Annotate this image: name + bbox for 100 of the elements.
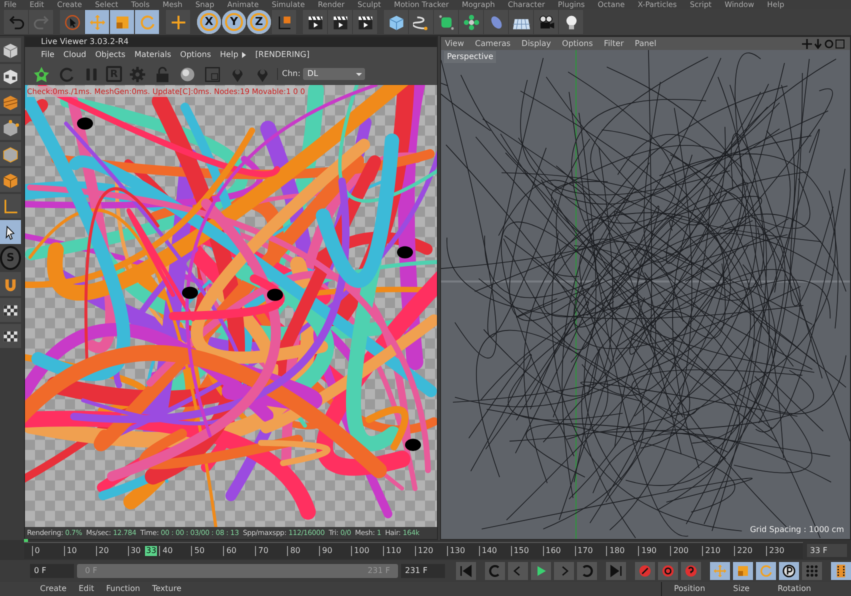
tool-button[interactable] xyxy=(509,10,533,34)
transport-button[interactable] xyxy=(831,562,851,580)
restart-icon xyxy=(58,66,74,82)
grid-spacing-label: Grid Spacing : 1000 cm xyxy=(750,524,844,536)
plus-icon xyxy=(170,14,186,30)
grid-cube-icon xyxy=(2,94,19,110)
scale-icon xyxy=(114,14,130,30)
menu-item[interactable]: Options xyxy=(562,38,593,50)
move-icon xyxy=(713,564,727,578)
film-strip-icon xyxy=(834,564,848,578)
tick-label: 220 xyxy=(734,546,752,556)
panel-title: Live Viewer 3.03.2-R4 xyxy=(25,37,437,47)
record-icon xyxy=(638,564,652,578)
menu-item[interactable]: Panel xyxy=(634,38,656,50)
lock-icon xyxy=(154,66,170,82)
cube-icon xyxy=(388,14,404,30)
menu-item[interactable]: Display xyxy=(522,38,552,50)
scale-icon xyxy=(736,564,750,578)
tick-label: 150 xyxy=(510,546,529,556)
move-icon xyxy=(88,14,106,30)
menu-item[interactable]: Objects xyxy=(95,49,126,61)
clapperboard-icon xyxy=(356,14,374,30)
channel-dropdown[interactable]: DL xyxy=(303,68,366,80)
tick-label: 60 xyxy=(223,546,237,556)
tool-button[interactable] xyxy=(559,10,583,34)
clapperboard-icon xyxy=(332,14,348,30)
tool-button[interactable] xyxy=(272,10,296,34)
region-icon xyxy=(204,66,220,82)
tick-label: 10 xyxy=(64,546,77,556)
channel-label: Chn: xyxy=(282,68,300,80)
skip-forward-icon xyxy=(609,564,623,578)
tool-button[interactable] xyxy=(328,10,352,34)
end-frame-field[interactable]: 231 F xyxy=(401,564,445,578)
tick-label: 30 xyxy=(128,546,141,556)
tick-label: 170 xyxy=(574,546,593,556)
view-navigation-icon[interactable] xyxy=(802,38,846,48)
menu-item[interactable]: Options xyxy=(180,49,212,61)
tick-label: 80 xyxy=(287,546,300,556)
render-start-icon xyxy=(32,66,50,82)
render-status: [RENDERING] xyxy=(255,49,310,61)
tool-button[interactable] xyxy=(0,64,21,88)
timeline-ruler[interactable]: 0 10 20 30 33 40 50 60 70 80 90 100 110 120 130 140 150 160 170 180 190 200 210 220 230 xyxy=(24,542,803,558)
transport-button[interactable] xyxy=(779,562,799,580)
tick-label: 210 xyxy=(702,546,721,556)
menu-item[interactable]: Edit xyxy=(78,582,94,596)
tick-label: 160 xyxy=(542,546,561,556)
tool-button[interactable] xyxy=(0,324,21,348)
axis-lock-button[interactable]: X xyxy=(197,10,221,34)
skip-back-icon xyxy=(459,564,473,578)
menu-item[interactable]: Materials xyxy=(134,49,172,61)
column-header: Rotation xyxy=(778,583,812,595)
column-header: Size xyxy=(733,583,750,595)
menu-item[interactable]: Cloud xyxy=(63,49,86,61)
axis-lock-button[interactable]: Y xyxy=(222,10,246,34)
rounded-cube-icon xyxy=(438,14,454,30)
rotate-icon xyxy=(138,14,156,30)
tick-label: 70 xyxy=(255,546,268,556)
menu-item[interactable]: Function xyxy=(106,582,140,596)
tick-label: 50 xyxy=(191,546,205,556)
parameter-icon xyxy=(782,564,796,578)
settings-icon xyxy=(128,66,146,82)
current-frame-marker[interactable]: 33 xyxy=(145,546,158,556)
cube-icon xyxy=(2,42,19,58)
tool-button[interactable] xyxy=(353,10,377,34)
menu-item[interactable]: File xyxy=(41,49,54,61)
redo-icon xyxy=(32,14,50,30)
undo-icon xyxy=(8,14,24,30)
tick-label: 0 xyxy=(32,546,40,556)
menu-item[interactable]: Help xyxy=(220,49,238,61)
axis-icon xyxy=(2,198,19,214)
tool-button[interactable] xyxy=(303,10,327,34)
cube-points-icon xyxy=(2,120,19,136)
start-frame-field[interactable]: 0 F xyxy=(30,564,74,578)
sphere-icon xyxy=(178,66,196,82)
submenu-arrow-icon xyxy=(242,52,246,58)
menu-item[interactable]: Create xyxy=(40,582,67,596)
tick-label: 110 xyxy=(382,546,402,556)
menu-item[interactable]: Filter xyxy=(604,38,624,50)
flower-icon xyxy=(462,14,480,30)
tool-button[interactable] xyxy=(409,10,433,34)
column-header: Position xyxy=(674,583,706,595)
frame-field[interactable]: 33 F xyxy=(807,544,847,556)
axis-lock-button[interactable]: Z xyxy=(247,10,271,34)
tick-label: 140 xyxy=(478,546,498,556)
tick-label: 130 xyxy=(446,546,466,556)
help-icon xyxy=(684,564,698,578)
tool-button[interactable] xyxy=(0,298,21,322)
shaded-cube-icon xyxy=(2,172,19,188)
tick-label: 200 xyxy=(670,546,689,556)
clapperboard-icon xyxy=(306,14,324,30)
menu-item[interactable]: Cameras xyxy=(474,38,511,50)
menu-item[interactable]: Texture xyxy=(152,582,182,596)
pen-curve-icon xyxy=(412,14,430,30)
tool-button[interactable] xyxy=(534,10,558,34)
tick-label: 90 xyxy=(319,546,332,556)
tool-button[interactable] xyxy=(0,220,21,244)
dot-grid-icon xyxy=(805,564,819,578)
tick-label: 120 xyxy=(414,546,434,556)
menu-item[interactable]: View xyxy=(445,38,464,50)
tick-label: 20 xyxy=(96,546,109,556)
